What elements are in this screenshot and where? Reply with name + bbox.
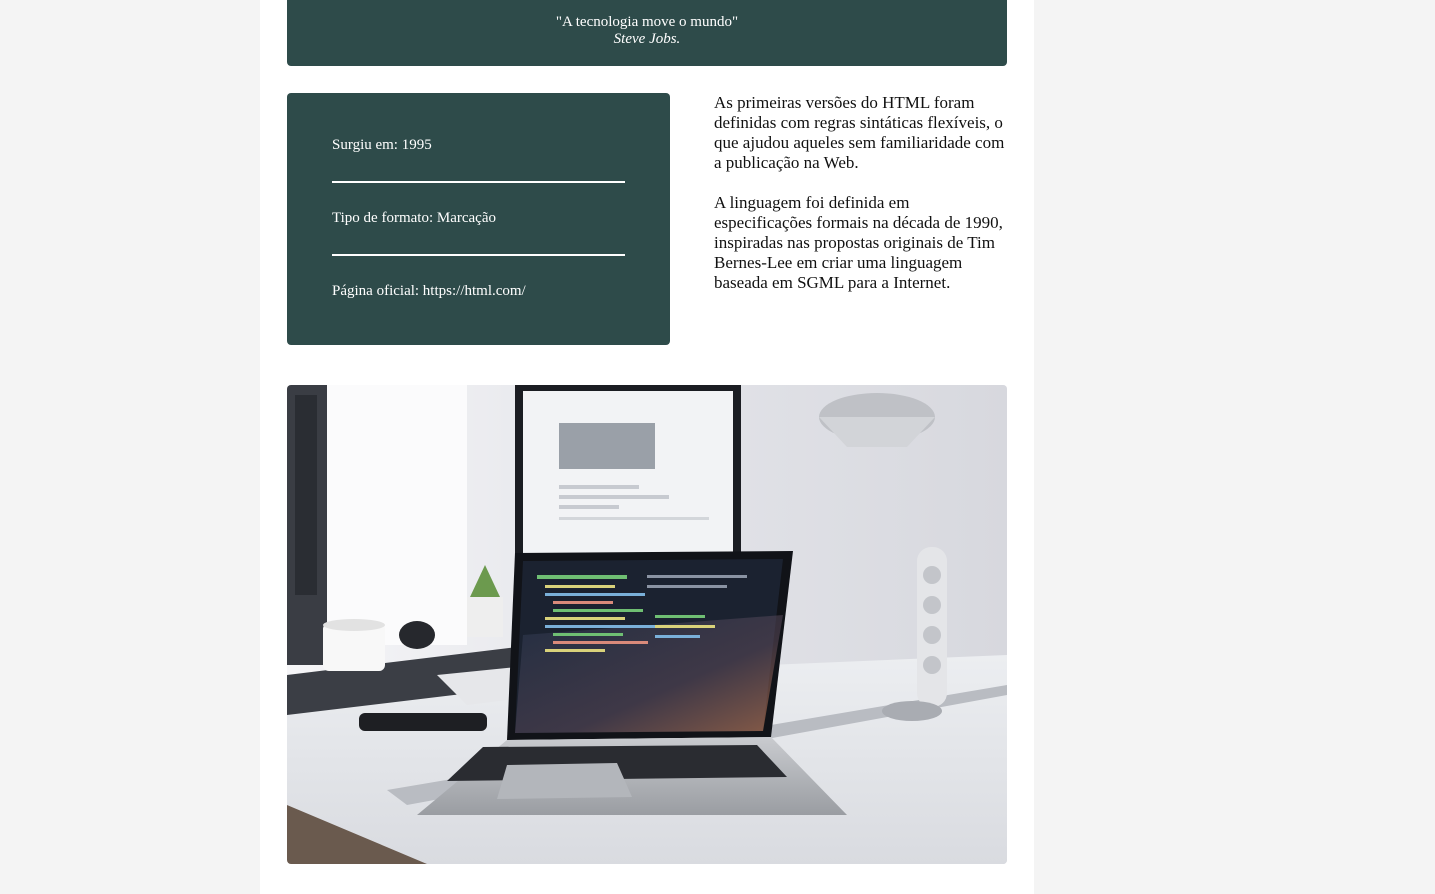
description-paragraph: A linguagem foi definida em especificaçõ… [714,193,1003,292]
divider [332,254,625,256]
official-page: Página oficial: https://html.com/ [332,283,526,299]
hero-image [287,385,1007,864]
page-content: "A tecnologia move o mundo" Steve Jobs. … [260,0,1034,894]
quote-text: "A tecnologia move o mundo" [555,14,739,30]
description-paragraph: As primeiras versões do HTML foram defin… [714,93,1005,172]
release-year: Surgiu em: 1995 [332,137,432,153]
quote-banner: "A tecnologia move o mundo" Steve Jobs. [287,0,1007,66]
format-type: Tipo de formato: Marcação [332,210,496,226]
quote-author: Steve Jobs. [613,31,681,47]
info-card: Surgiu em: 1995 Tipo de formato: Marcaçã… [287,93,670,345]
description: As primeiras versões do HTML foram defin… [714,93,1009,313]
divider [332,181,625,183]
